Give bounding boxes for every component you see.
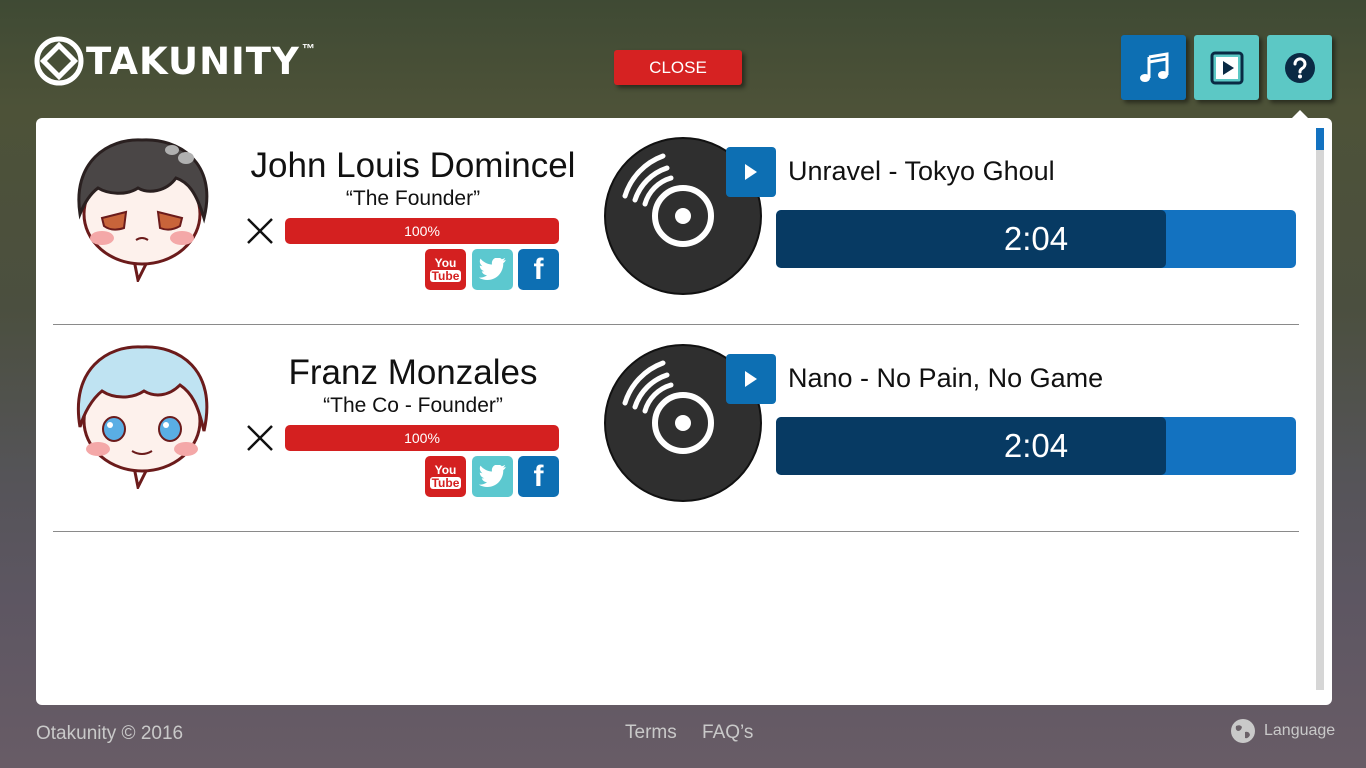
twitter-icon <box>478 257 506 280</box>
avatar-light-blue-hair <box>76 345 209 489</box>
song-progress-bar[interactable]: 2:04 <box>776 417 1296 475</box>
video-button[interactable] <box>1194 35 1259 100</box>
person-title: “The Co - Founder” <box>323 394 503 417</box>
globe-icon <box>1231 719 1255 743</box>
level-bar: 100% <box>285 425 559 451</box>
twitter-button[interactable] <box>472 456 513 497</box>
language-selector[interactable]: Language <box>1230 718 1335 744</box>
person-title: “The Founder” <box>345 187 481 210</box>
footer-links: Terms FAQ’s <box>625 722 773 744</box>
song-progress-bar[interactable]: 2:04 <box>776 210 1296 268</box>
person-name: John Louis Domincel <box>250 146 576 185</box>
play-icon <box>745 164 757 180</box>
logo-text: TAKUNITY <box>86 39 300 83</box>
panel-scrollbar[interactable] <box>1316 128 1324 690</box>
facebook-icon: f <box>533 459 544 493</box>
song-title: Nano - No Pain, No Game <box>788 363 1104 393</box>
play-button[interactable] <box>726 354 776 404</box>
person-info: John Louis Domincel “The Founder” <box>243 146 583 211</box>
facebook-icon: f <box>533 252 544 286</box>
faq-link[interactable]: FAQ’s <box>702 722 753 743</box>
avatar-dark-hair <box>77 138 209 282</box>
music-button[interactable] <box>1121 35 1186 100</box>
youtube-icon: You Tube <box>429 256 462 283</box>
trademark-symbol: ™ <box>301 41 315 56</box>
play-icon <box>745 371 757 387</box>
terms-link[interactable]: Terms <box>625 722 677 743</box>
otakunity-logo[interactable]: TAKUNITY ™ <box>34 35 315 87</box>
help-button[interactable] <box>1267 35 1332 100</box>
youtube-icon: You Tube <box>429 463 462 490</box>
song-duration: 2:04 <box>1003 220 1069 257</box>
person-name: Franz Monzales <box>288 353 538 392</box>
song-duration: 2:04 <box>1003 427 1069 464</box>
founders-panel: John Louis Domincel “The Founder” 100% Y… <box>36 118 1332 705</box>
copyright-text: Otakunity © 2016 <box>36 723 184 744</box>
logo-mark-icon <box>34 36 84 86</box>
twitter-icon <box>478 464 506 487</box>
crossed-swords-icon <box>247 218 273 244</box>
music-note-icon <box>1139 51 1168 82</box>
youtube-button[interactable]: You Tube <box>425 249 466 290</box>
youtube-button[interactable]: You Tube <box>425 456 466 497</box>
language-label: Language <box>1264 722 1336 739</box>
video-play-icon <box>1210 51 1243 84</box>
crossed-swords-icon <box>247 425 273 451</box>
twitter-button[interactable] <box>472 249 513 290</box>
song-title: Unravel - Tokyo Ghoul <box>788 156 1055 186</box>
help-question-icon <box>1284 52 1315 83</box>
person-info: Franz Monzales “The Co - Founder” <box>243 353 583 418</box>
level-bar: 100% <box>285 218 559 244</box>
facebook-button[interactable]: f <box>518 249 559 290</box>
person-row: John Louis Domincel “The Founder” 100% Y… <box>53 118 1299 325</box>
person-row: Franz Monzales “The Co - Founder” 100% Y… <box>53 325 1299 532</box>
close-button[interactable]: CLOSE <box>614 50 742 85</box>
scrollbar-thumb[interactable] <box>1316 128 1324 150</box>
play-button[interactable] <box>726 147 776 197</box>
facebook-button[interactable]: f <box>518 456 559 497</box>
